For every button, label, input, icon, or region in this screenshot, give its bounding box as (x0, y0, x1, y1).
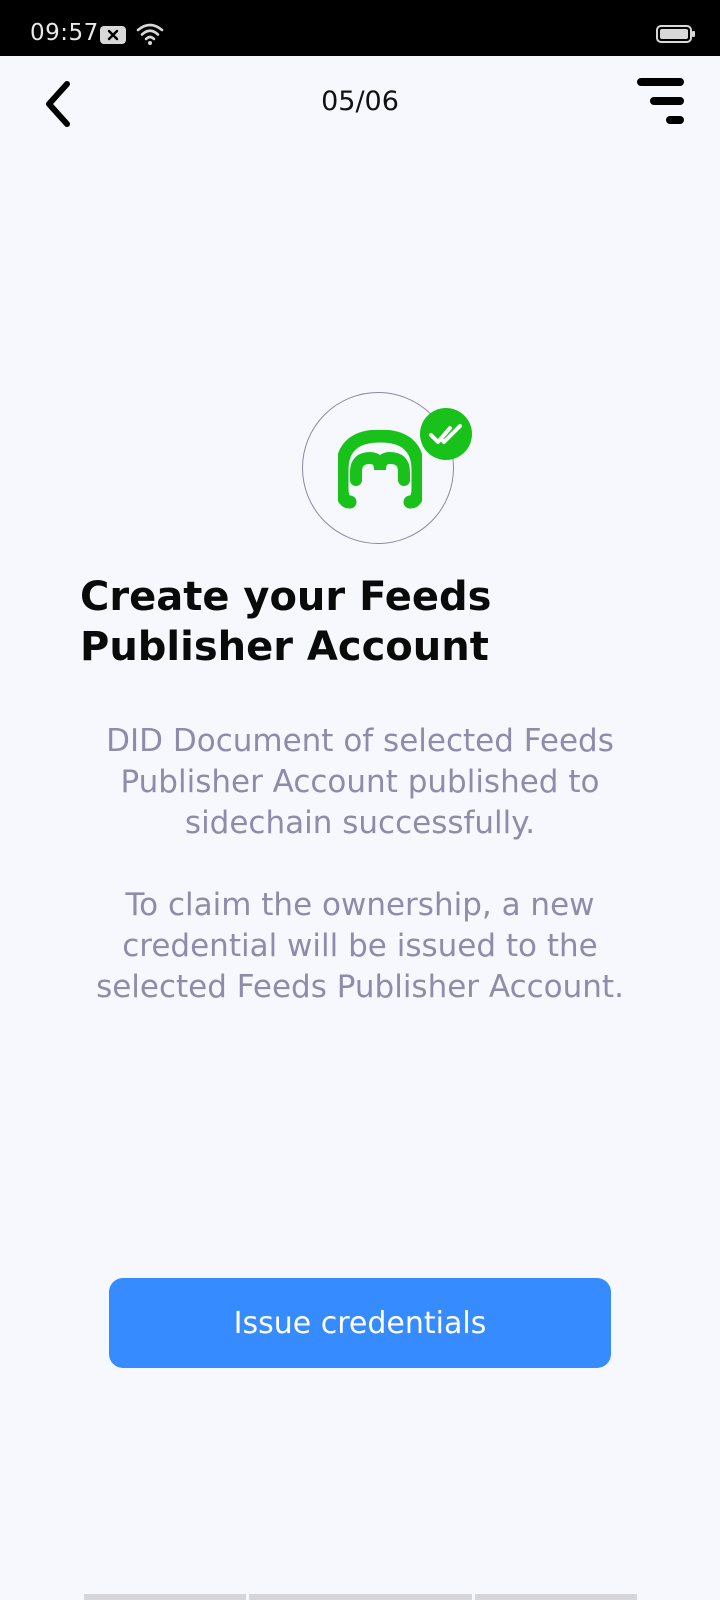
issue-credentials-button[interactable]: Issue credentials (109, 1278, 611, 1368)
double-check-icon (420, 408, 472, 460)
page-counter: 05/06 (321, 86, 399, 117)
notification-icon (100, 26, 126, 44)
menu-button[interactable] (630, 76, 690, 132)
feeds-logo-icon (338, 430, 422, 509)
nav-handle-left (84, 1594, 246, 1600)
status-bar: 09:57 (0, 0, 720, 56)
menu-lines-icon (637, 78, 684, 124)
wifi-icon (136, 22, 164, 51)
nav-handle-right (475, 1594, 637, 1600)
page-title: Create your Feeds Publisher Account (80, 574, 492, 670)
battery-icon (656, 25, 695, 43)
status-time: 09:57 (30, 20, 99, 46)
nav-handle-center (249, 1594, 472, 1600)
feeds-logo (302, 392, 472, 548)
description-text: DID Document of selected Feeds Publisher… (96, 723, 624, 1005)
